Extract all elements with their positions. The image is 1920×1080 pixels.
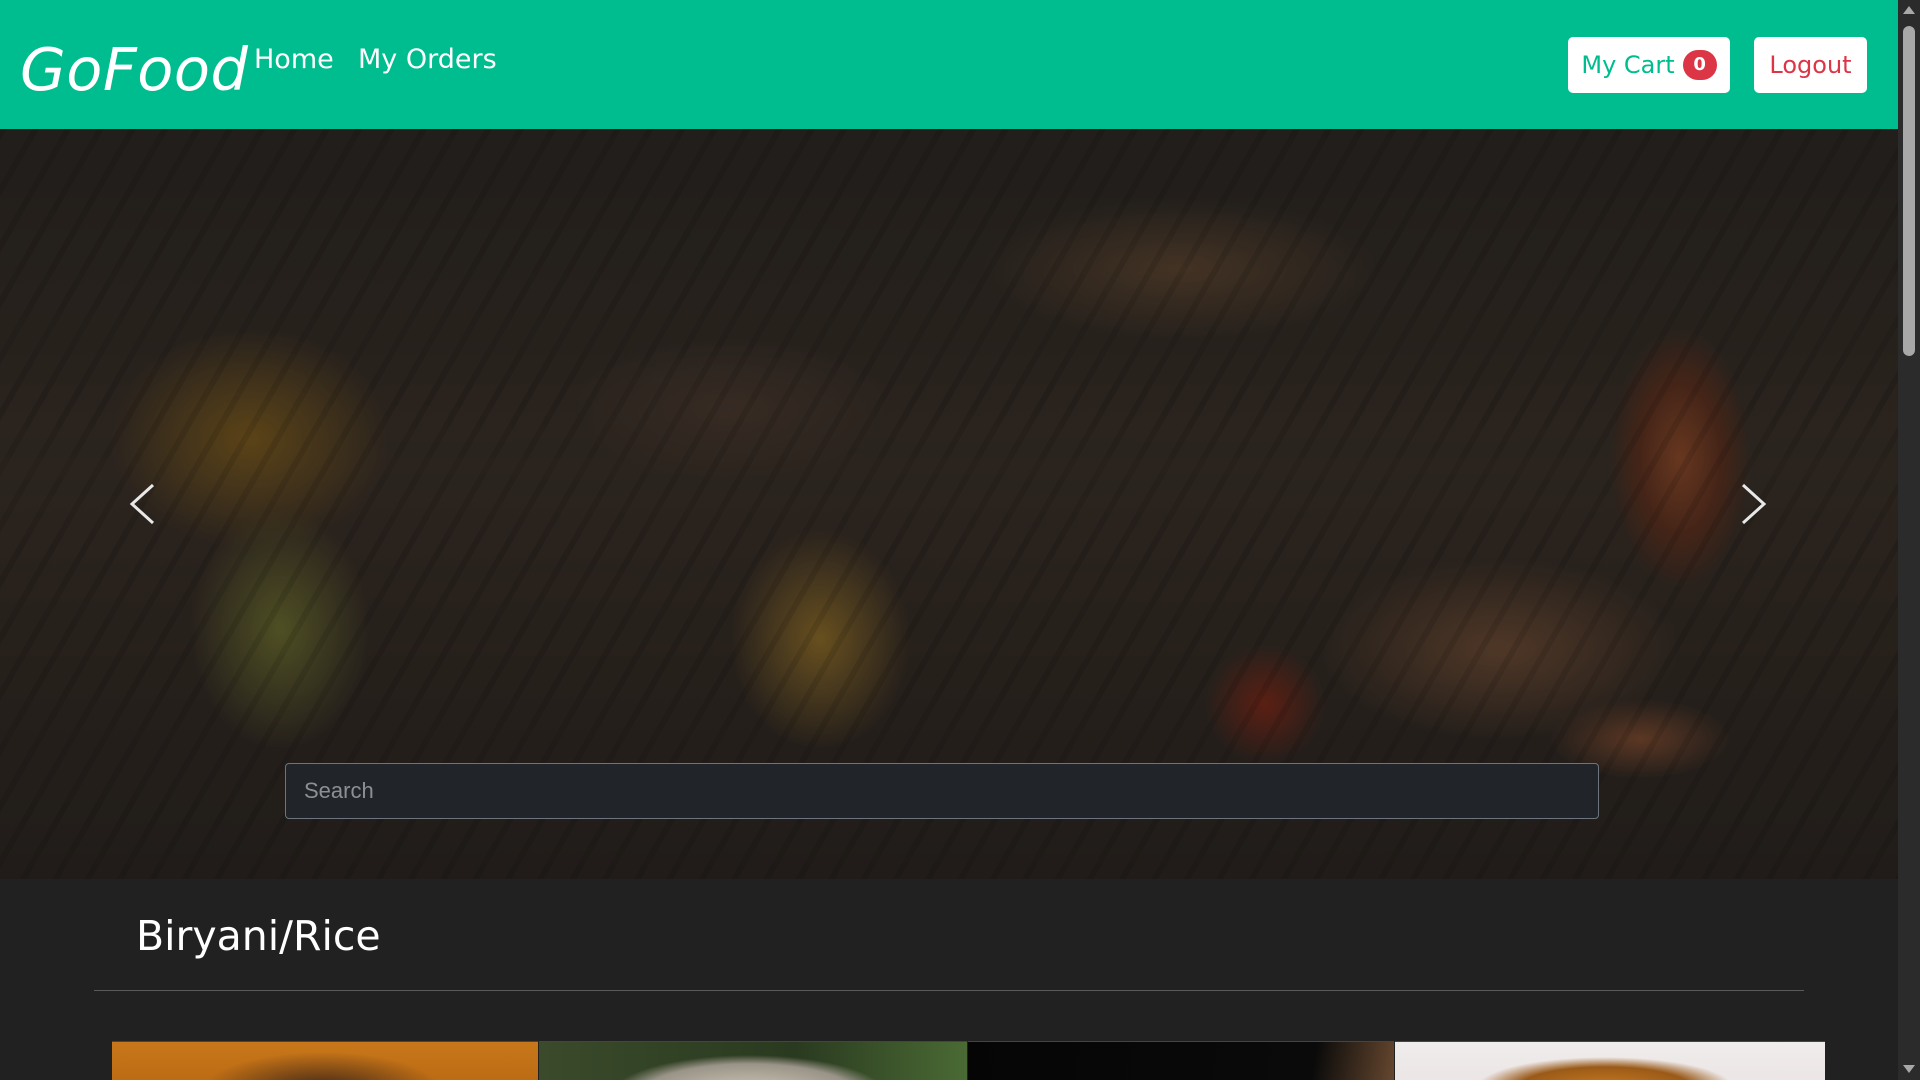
- category-title: Biryani/Rice: [136, 912, 381, 960]
- carousel-prev-button[interactable]: [112, 474, 172, 534]
- food-card-image[interactable]: [539, 1041, 967, 1080]
- nav-link-home[interactable]: Home: [254, 40, 334, 80]
- logout-button[interactable]: Logout: [1754, 37, 1867, 93]
- page-scrollbar[interactable]: [1898, 0, 1920, 1080]
- brand-logo[interactable]: GoFood: [20, 30, 248, 110]
- scrollbar-thumb[interactable]: [1903, 26, 1915, 356]
- my-cart-label: My Cart: [1581, 51, 1675, 79]
- carousel-next-button[interactable]: [1724, 474, 1784, 534]
- page: GoFood Home My Orders My Cart 0 Logout B…: [0, 0, 1920, 1080]
- cart-count-badge: 0: [1682, 50, 1717, 80]
- scroll-down-icon[interactable]: [1903, 1065, 1915, 1073]
- nav-link-my-orders[interactable]: My Orders: [358, 40, 497, 80]
- food-card-image[interactable]: [968, 1041, 1394, 1080]
- chevron-left-icon: [129, 483, 155, 525]
- scroll-up-icon[interactable]: [1903, 6, 1915, 14]
- navbar: GoFood Home My Orders My Cart 0 Logout: [0, 0, 1898, 129]
- search-input[interactable]: [285, 763, 1599, 819]
- food-card-image[interactable]: [112, 1041, 538, 1080]
- my-cart-button[interactable]: My Cart 0: [1568, 37, 1730, 93]
- category-divider: [94, 990, 1804, 991]
- food-card-image[interactable]: [1395, 1041, 1825, 1080]
- chevron-right-icon: [1741, 483, 1767, 525]
